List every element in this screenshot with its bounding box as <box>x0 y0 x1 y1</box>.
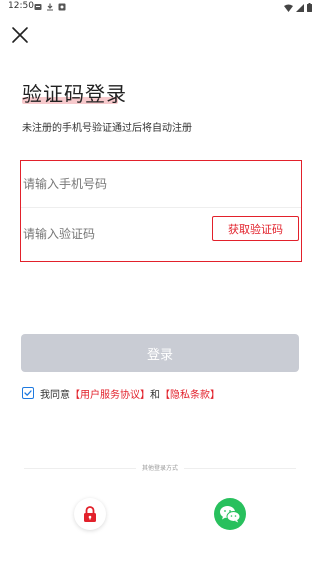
app-icon <box>58 3 66 11</box>
agreement-row: 我同意 【用户服务协议】 和 【隐私条款】 <box>22 386 220 401</box>
wechat-icon <box>220 506 241 523</box>
privacy-policy-link[interactable]: 【隐私条款】 <box>160 386 220 401</box>
signal-icon <box>296 3 304 12</box>
battery-icon <box>307 3 312 12</box>
agreement-and: 和 <box>150 389 160 401</box>
status-bar: 12:50 <box>0 0 320 16</box>
status-icons-right <box>284 3 312 12</box>
form-divider <box>21 207 301 208</box>
lock-icon <box>84 506 96 522</box>
close-icon <box>12 27 28 43</box>
check-icon <box>24 390 32 396</box>
notification-icon <box>34 4 42 10</box>
password-login-button[interactable] <box>74 498 106 530</box>
other-login-divider-left <box>24 468 136 469</box>
login-button[interactable]: 登录 <box>21 334 299 372</box>
status-time: 12:50 <box>8 1 34 11</box>
phone-input[interactable] <box>23 173 293 195</box>
page-title: 验证码登录 <box>22 82 127 106</box>
other-login-divider-right <box>184 468 296 469</box>
agreement-prefix: 我同意 <box>40 389 70 401</box>
wifi-icon <box>284 4 293 12</box>
get-code-button[interactable]: 获取验证码 <box>212 216 299 241</box>
other-login-label: 其他登录方式 <box>141 465 178 472</box>
login-form: 获取验证码 <box>20 160 302 262</box>
agreement-checkbox[interactable] <box>22 387 34 399</box>
user-agreement-link[interactable]: 【用户服务协议】 <box>70 386 150 401</box>
close-button[interactable] <box>10 25 30 45</box>
page-subtitle: 未注册的手机号验证通过后将自动注册 <box>22 123 192 134</box>
wechat-login-button[interactable] <box>214 498 246 530</box>
verification-code-input[interactable] <box>23 223 203 245</box>
download-icon <box>47 3 53 11</box>
status-icons-left <box>34 3 66 11</box>
